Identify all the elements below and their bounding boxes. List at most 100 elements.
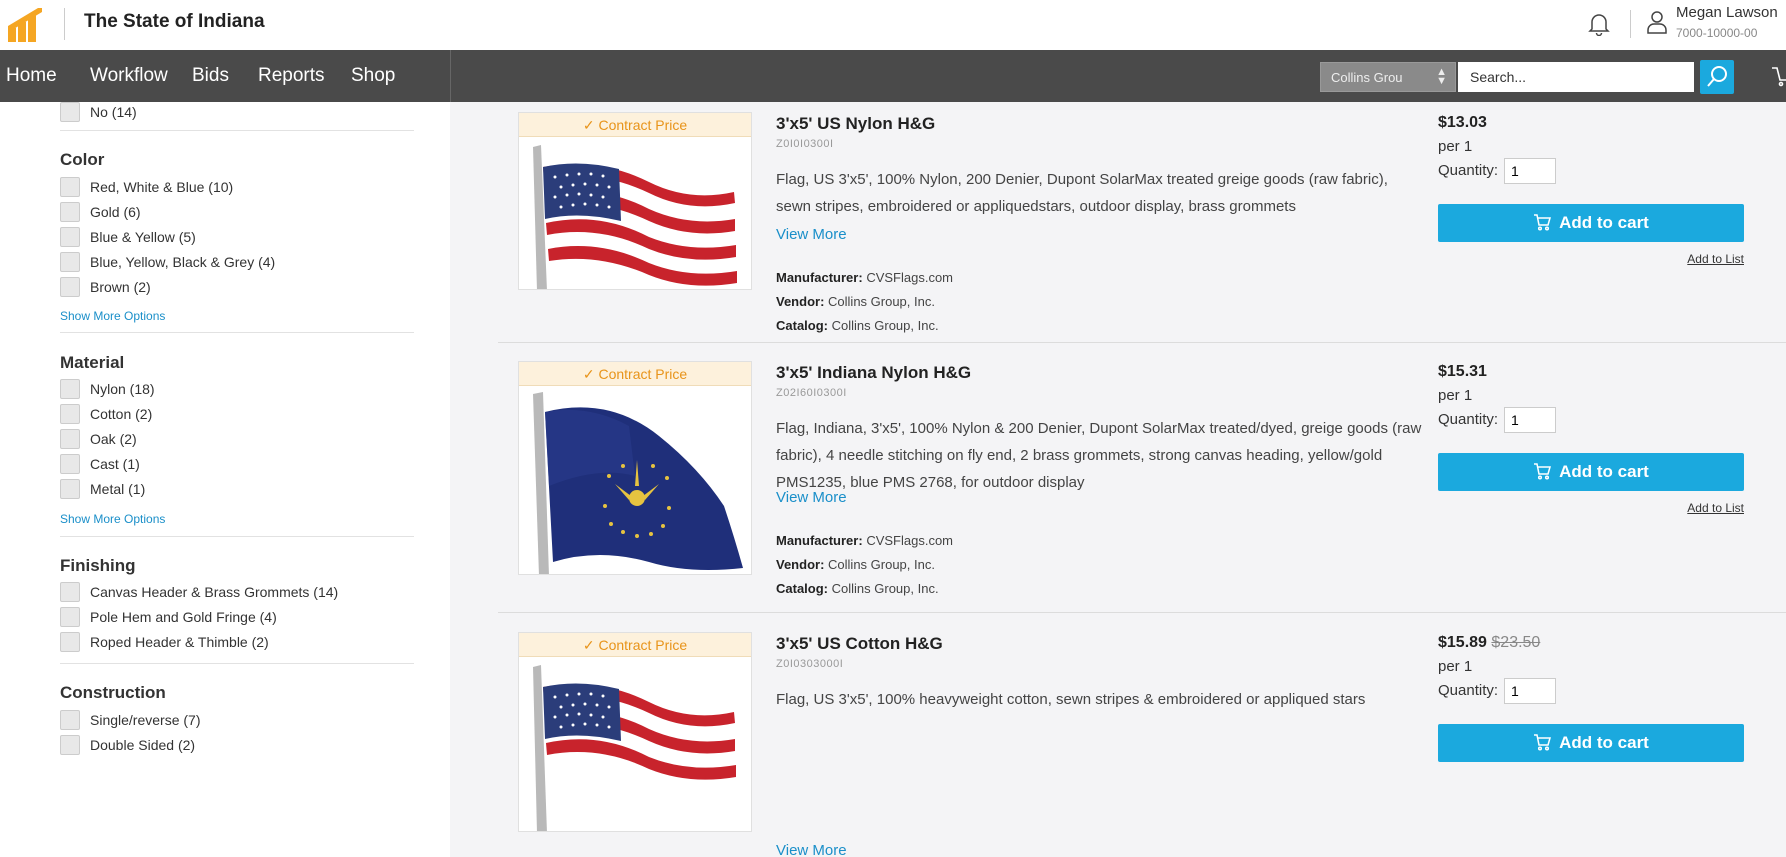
product-description: Flag, Indiana, 3'x5', 100% Nylon & 200 D…	[776, 420, 1422, 491]
group-select[interactable]: Collins Grou ▲ ▼	[1320, 62, 1456, 92]
filter-option-label: Cast (1)	[90, 456, 140, 472]
original-price: $23.50	[1491, 634, 1541, 651]
product-image[interactable]: ✓ Contract Price	[518, 112, 752, 290]
quantity-input[interactable]	[1504, 158, 1556, 184]
product-title[interactable]: 3'x5' Indiana Nylon H&G	[776, 363, 971, 383]
state-logo[interactable]	[8, 6, 44, 42]
cart-icon[interactable]	[1772, 64, 1786, 88]
add-to-list-link[interactable]: Add to List	[1660, 501, 1744, 515]
badge-label: Contract Price	[598, 366, 688, 382]
filter-divider	[60, 663, 414, 664]
nav-workflow[interactable]: Workflow	[90, 65, 168, 87]
quantity-label: Quantity:	[1438, 682, 1499, 699]
product-description: Flag, US 3'x5', 100% heavyweight cotton,…	[776, 691, 1366, 708]
filter-checkbox[interactable]	[60, 102, 80, 122]
product-title[interactable]: 3'x5' US Cotton H&G	[776, 634, 943, 654]
filter-checkbox[interactable]	[60, 735, 80, 755]
filter-checkbox[interactable]	[60, 379, 80, 399]
add-to-cart-label: Add to cart	[1559, 462, 1649, 481]
bell-icon[interactable]	[1588, 12, 1610, 37]
filter-option-label: Oak (2)	[90, 431, 137, 447]
quantity-label: Quantity:	[1438, 162, 1499, 179]
user-name[interactable]: Megan Lawson	[1676, 4, 1778, 21]
filter-checkbox[interactable]	[60, 404, 80, 424]
product-image[interactable]: ✓ Contract Price	[518, 632, 752, 832]
view-more-link[interactable]: View More	[776, 842, 847, 857]
filter-checkbox[interactable]	[60, 429, 80, 449]
add-to-cart-label: Add to cart	[1559, 213, 1649, 232]
filter-option-label: No (14)	[90, 104, 137, 120]
view-more-link[interactable]: View More	[776, 489, 847, 506]
filter-heading-material: Material	[60, 353, 125, 372]
filter-option-label: Metal (1)	[90, 481, 146, 497]
nav-shop[interactable]: Shop	[351, 65, 395, 87]
manufacturer-value: CVSFlags.com	[866, 533, 954, 548]
indiana-flag-image	[519, 386, 751, 574]
user-account-number: 7000-10000-00	[1676, 26, 1758, 40]
filter-checkbox[interactable]	[60, 607, 80, 627]
search-input[interactable]	[1458, 62, 1694, 92]
show-more-material[interactable]: Show More Options	[60, 512, 165, 526]
add-to-cart-button[interactable]: Add to cart	[1438, 724, 1744, 762]
filter-checkbox[interactable]	[60, 710, 80, 730]
catalog-label: Catalog:	[776, 581, 828, 596]
filter-checkbox[interactable]	[60, 454, 80, 474]
filter-option-label: Blue & Yellow (5)	[90, 229, 196, 245]
product-image[interactable]: ✓ Contract Price	[518, 361, 752, 575]
product-divider	[498, 612, 1786, 613]
vendor-info: Vendor: Collins Group, Inc.	[776, 557, 935, 572]
filter-checkbox[interactable]	[60, 277, 80, 297]
filter-checkbox[interactable]	[60, 582, 80, 602]
cart-icon	[1534, 463, 1552, 480]
filter-checkbox[interactable]	[60, 479, 80, 499]
filter-option-label: Canvas Header & Brass Grommets (14)	[90, 584, 339, 600]
product-code: Z0I0303000I	[776, 658, 844, 670]
quantity-input[interactable]	[1504, 678, 1556, 704]
badge-label: Contract Price	[598, 117, 688, 133]
view-more-link[interactable]: View More	[776, 226, 847, 243]
price-value: $15.89	[1438, 634, 1487, 651]
filter-sidebar: No (14) Color Red, White & Blue (10) Gol…	[0, 102, 450, 857]
product-price: $13.03	[1438, 114, 1487, 132]
filter-option-label: Brown (2)	[90, 279, 151, 295]
updown-arrows-icon: ▲ ▼	[1436, 66, 1447, 87]
org-title[interactable]: The State of Indiana	[84, 11, 265, 33]
user-icon[interactable]	[1647, 10, 1667, 34]
filter-checkbox[interactable]	[60, 202, 80, 222]
product-code: Z0I0I0300I	[776, 138, 834, 150]
add-to-cart-label: Add to cart	[1559, 733, 1649, 752]
manufacturer-value: CVSFlags.com	[866, 270, 954, 285]
manufacturer-label: Manufacturer:	[776, 270, 863, 285]
add-to-cart-button[interactable]: Add to cart	[1438, 204, 1744, 242]
catalog-info: Catalog: Collins Group, Inc.	[776, 581, 939, 596]
product-title[interactable]: 3'x5' US Nylon H&G	[776, 114, 935, 134]
add-to-list-link[interactable]: Add to List	[1660, 252, 1744, 266]
quantity-label: Quantity:	[1438, 411, 1499, 428]
filter-checkbox[interactable]	[60, 252, 80, 272]
filter-checkbox[interactable]	[60, 227, 80, 247]
filter-checkbox[interactable]	[60, 177, 80, 197]
filter-checkbox[interactable]	[60, 632, 80, 652]
filter-heading-finishing: Finishing	[60, 556, 136, 575]
search-button[interactable]	[1700, 60, 1734, 94]
top-bar: The State of Indiana Megan Lawson 7000-1…	[0, 0, 1786, 50]
cart-icon	[1534, 214, 1552, 231]
cart-icon	[1534, 734, 1552, 751]
us-flag-image	[519, 137, 751, 289]
add-to-cart-button[interactable]: Add to cart	[1438, 453, 1744, 491]
filter-option-label: Red, White & Blue (10)	[90, 179, 234, 195]
filter-option-label: Cotton (2)	[90, 406, 153, 422]
filter-heading-color: Color	[60, 150, 105, 169]
quantity-input[interactable]	[1504, 407, 1556, 433]
product-card: ✓ Contract Price 3'x5' US Cotton H&G Z0I…	[500, 632, 1786, 857]
vendor-value: Collins Group, Inc.	[828, 294, 935, 309]
show-more-color[interactable]: Show More Options	[60, 309, 165, 323]
contract-price-badge: ✓ Contract Price	[519, 113, 751, 137]
badge-label: Contract Price	[598, 637, 688, 653]
nav-divider	[450, 50, 451, 102]
product-price: $15.31	[1438, 363, 1487, 381]
nav-home[interactable]: Home	[6, 65, 57, 87]
price-unit: per 1	[1438, 138, 1473, 155]
nav-bids[interactable]: Bids	[192, 65, 229, 87]
nav-reports[interactable]: Reports	[258, 65, 325, 87]
